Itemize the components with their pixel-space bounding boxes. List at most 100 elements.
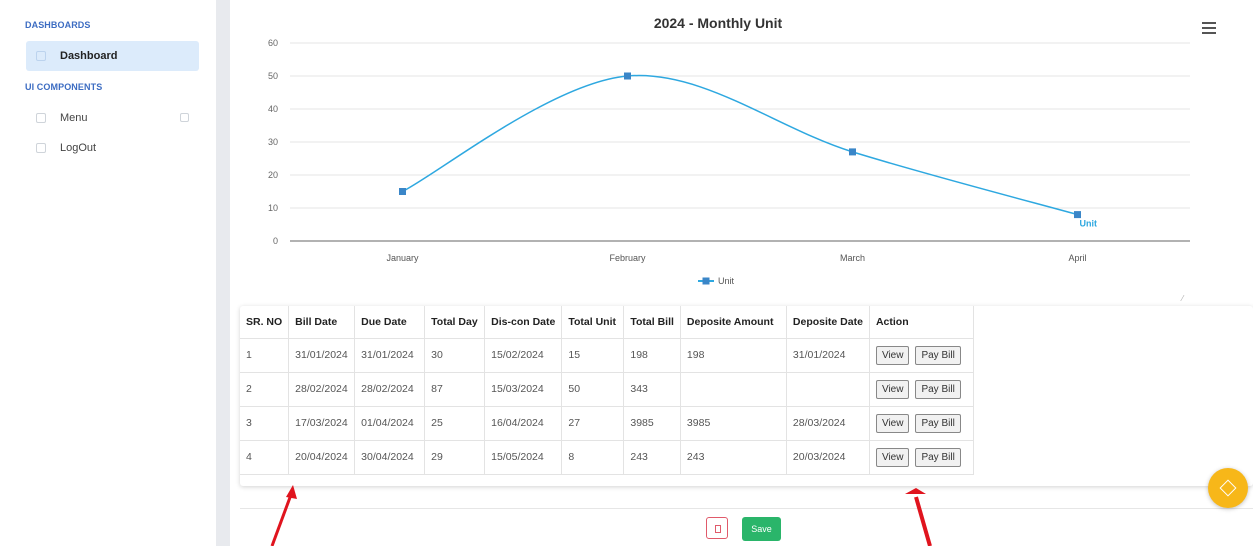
table-cell: 31/01/2024 [786, 338, 870, 373]
table-cell: 1 [240, 338, 290, 373]
sidebar-item-label: Menu [60, 112, 88, 124]
sidebar-heading-components: UI COMPONENTS [25, 82, 103, 92]
x-tick-label: March [840, 253, 865, 263]
table-cell: 2 [240, 372, 290, 407]
sidebar-item-dashboard[interactable]: Dashboard [26, 41, 199, 71]
view-button[interactable]: View [875, 345, 910, 365]
menu-icon [36, 113, 46, 123]
table-cell: 16/04/2024 [484, 406, 563, 441]
pay-bill-button[interactable]: Pay Bill [915, 345, 961, 365]
y-tick-label: 30 [268, 137, 278, 147]
table-cell: 87 [424, 372, 486, 407]
chevron-icon [180, 113, 189, 122]
y-tick-label: 10 [268, 203, 278, 213]
column-header: Total Unit [561, 306, 625, 339]
main-content: 0 10 20 30 40 50 60 January February March April Un… [230, 0, 1253, 546]
bills-table: SR. NO Bill Date Due Date Total Day Dis-con … [240, 306, 974, 475]
table-header-row: SR. NO Bill Date Due Date Total Day Dis-con … [240, 306, 974, 339]
dashboard-icon [36, 51, 46, 61]
sidebar-item-label: LogOut [60, 142, 97, 154]
x-tick-label: January [386, 253, 419, 263]
column-header: Deposite Date [786, 306, 870, 339]
footer-divider [240, 508, 1253, 509]
series-end-label: Unit [1080, 219, 1098, 229]
x-tick-label: February [609, 253, 646, 263]
view-button[interactable]: View [875, 379, 910, 399]
table-cell: 243 [623, 440, 681, 475]
data-point [1074, 211, 1081, 219]
line-chart: 0 10 20 30 40 50 60 January February March April Un… [268, 38, 1190, 286]
column-header: Action [869, 306, 974, 339]
pay-bill-button[interactable]: Pay Bill [915, 379, 961, 399]
sidebar-divider [216, 0, 230, 546]
table-cell: 28/02/2024 [288, 372, 356, 407]
series-line-unit [402, 74, 1078, 216]
table-row: 3 17/03/2024 01/04/2024 25 16/04/2024 27 3985 3… [240, 406, 974, 441]
legend-marker [702, 277, 710, 285]
y-tick-label: 40 [268, 104, 278, 114]
action-cell: View Pay Bill [869, 406, 974, 441]
floating-action-button[interactable] [1208, 468, 1248, 508]
sidebar-heading-dashboards: DASHBOARDS [25, 20, 91, 30]
table-cell: 15/02/2024 [484, 338, 563, 373]
table-cell: 27 [561, 406, 625, 441]
y-tick-label: 50 [268, 71, 278, 81]
table-cell: 3 [240, 406, 290, 441]
sidebar-item-label: Dashboard [60, 50, 118, 62]
view-button[interactable]: View [875, 413, 910, 433]
legend-label: Unit [718, 276, 735, 286]
pay-bill-button[interactable]: Pay Bill [915, 447, 961, 467]
resize-handle-icon[interactable]: ⁄ [1182, 294, 1188, 303]
y-tick-label: 60 [268, 38, 278, 48]
table-cell: 198 [680, 338, 787, 373]
column-header: Dis-con Date [484, 306, 563, 339]
table-cell: 20/04/2024 [288, 440, 356, 475]
x-tick-label: April [1068, 253, 1086, 263]
table-cell: 343 [623, 372, 681, 407]
data-point [624, 72, 631, 80]
table-row: 2 28/02/2024 28/02/2024 87 15/03/2024 50 343 Vi… [240, 372, 974, 407]
diamond-icon [1219, 479, 1237, 497]
table-cell: 17/03/2024 [288, 406, 356, 441]
delete-button[interactable] [706, 517, 728, 539]
table-cell: 25 [424, 406, 486, 441]
column-header: Due Date [354, 306, 426, 339]
table-cell: 28/02/2024 [354, 372, 426, 407]
data-point [849, 148, 856, 156]
table-cell: 198 [623, 338, 681, 373]
table-cell: 243 [680, 440, 787, 475]
hamburger-menu-icon[interactable] [1202, 22, 1216, 34]
bills-table-card: SR. NO Bill Date Due Date Total Day Dis-con … [240, 306, 1253, 486]
y-tick-label: 0 [273, 236, 278, 246]
column-header: Total Day [424, 306, 486, 339]
table-cell: 4 [240, 440, 290, 475]
y-tick-label: 20 [268, 170, 278, 180]
sidebar-item-menu[interactable]: Menu [26, 103, 199, 133]
table-cell: 8 [561, 440, 625, 475]
table-cell: 3985 [680, 406, 787, 441]
table-cell: 20/03/2024 [786, 440, 870, 475]
table-body: 1 31/01/2024 31/01/2024 30 15/02/2024 15 198 19… [240, 338, 974, 475]
chart-title: 2024 - Monthly Unit [653, 15, 783, 31]
column-header: Bill Date [288, 306, 356, 339]
table-cell: 30 [424, 338, 486, 373]
table-cell [786, 372, 870, 407]
pay-bill-button[interactable]: Pay Bill [915, 413, 961, 433]
table-cell: 31/01/2024 [354, 338, 426, 373]
column-header: SR. NO [240, 306, 290, 339]
save-button[interactable]: Save [742, 517, 781, 541]
table-cell: 29 [424, 440, 486, 475]
table-cell: 3985 [623, 406, 681, 441]
column-header: Total Bill [623, 306, 681, 339]
column-header: Deposite Amount [680, 306, 787, 339]
table-cell: 01/04/2024 [354, 406, 426, 441]
data-point [399, 188, 406, 195]
sidebar-item-logout[interactable]: LogOut [26, 133, 199, 163]
table-row: 4 20/04/2024 30/04/2024 29 15/05/2024 8 243 243… [240, 440, 974, 475]
table-cell: 50 [561, 372, 625, 407]
view-button[interactable]: View [875, 447, 910, 467]
table-cell [680, 372, 787, 407]
table-cell: 31/01/2024 [288, 338, 356, 373]
action-cell: View Pay Bill [869, 372, 974, 407]
table-cell: 15/05/2024 [484, 440, 563, 475]
